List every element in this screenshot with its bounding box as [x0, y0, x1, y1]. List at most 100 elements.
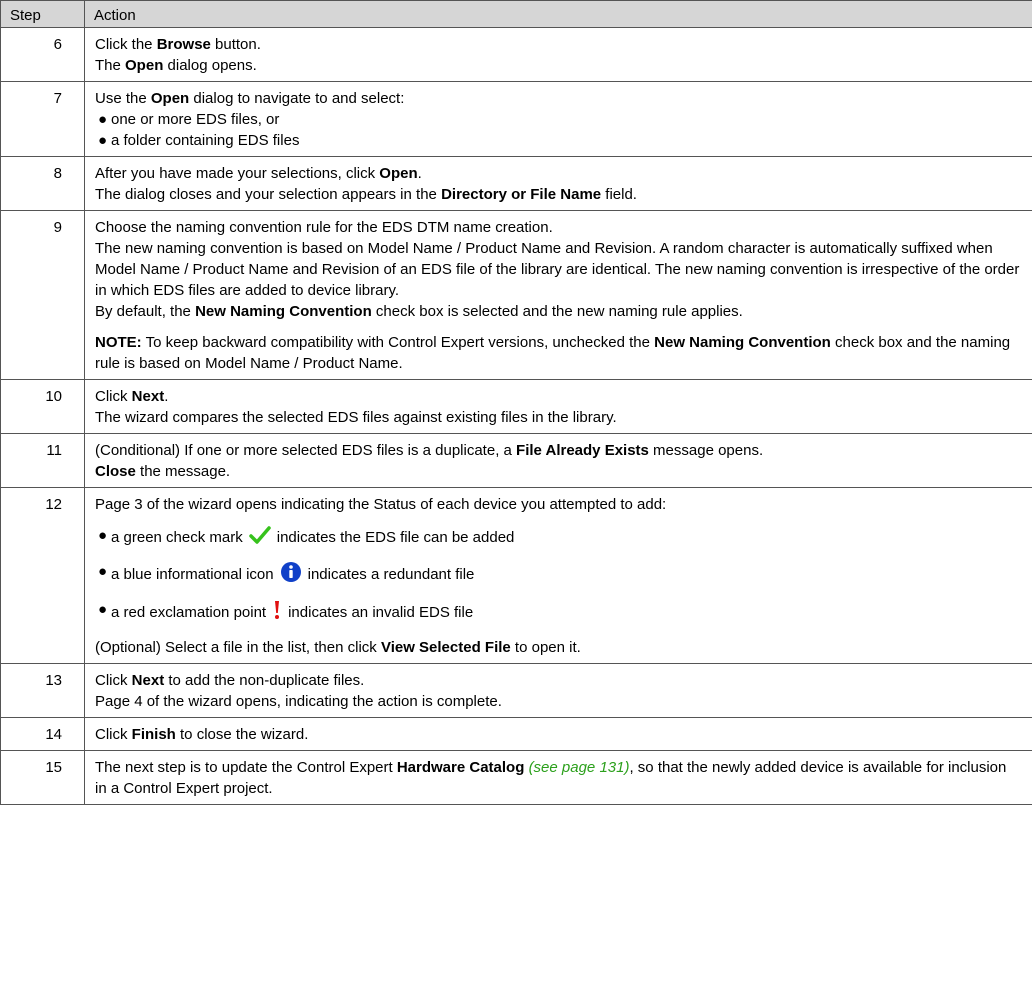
ui-term: View Selected File	[380, 639, 511, 656]
info-icon	[280, 561, 302, 589]
step-action: Click Next. The wizard compares the sele…	[84, 379, 1032, 434]
step-number: 12	[0, 487, 85, 664]
step-number: 9	[0, 210, 85, 380]
table-row: 13 Click Next to add the non-duplicate f…	[0, 663, 1032, 718]
step-action: Use the Open dialog to navigate to and s…	[84, 81, 1032, 157]
ui-term: New Naming Convention	[195, 303, 372, 320]
text: (Optional) Select a file in the list, th…	[95, 639, 381, 656]
step-action: (Conditional) If one or more selected ED…	[84, 433, 1032, 488]
table-row: 10 Click Next. The wizard compares the s…	[0, 379, 1032, 434]
step-action: Click Finish to close the wizard.	[84, 717, 1032, 751]
step-number: 6	[0, 27, 85, 82]
text: The wizard compares the selected EDS fil…	[95, 409, 617, 426]
list-item: ● a green check mark indicates the EDS fil…	[95, 525, 1022, 551]
text: to close the wizard.	[175, 726, 309, 743]
list-item: ● a red exclamation point indicates an inv…	[95, 599, 1022, 627]
ui-term: File Already Exists	[516, 442, 649, 459]
check-icon	[248, 525, 271, 551]
table-row: 9 Choose the naming convention rule for …	[0, 210, 1032, 380]
step-action: Page 3 of the wizard opens indicating th…	[84, 487, 1032, 664]
text: Click	[95, 726, 132, 743]
text: field.	[601, 186, 637, 203]
text: a green check mark	[111, 528, 243, 546]
table-row: 8 After you have made your selections, c…	[0, 156, 1032, 211]
text: Page 4 of the wizard opens, indicating t…	[95, 693, 502, 710]
table-row: 6 Click the Browse button. The Open dial…	[0, 27, 1032, 82]
text: indicates the EDS file can be added	[276, 528, 515, 546]
bullet-icon: ●	[98, 111, 108, 128]
text: to add the non-duplicate files.	[164, 672, 365, 689]
text: message opens.	[648, 442, 764, 459]
ui-term: Open	[379, 165, 418, 182]
ui-term: Open	[125, 57, 164, 74]
ui-term: Directory or File Name	[441, 186, 602, 203]
table-row: 11 (Conditional) If one or more selected…	[0, 433, 1032, 488]
bullet-icon: ●	[98, 601, 108, 618]
text: dialog opens.	[163, 57, 257, 74]
list-item: ● one or more EDS files, or	[95, 109, 1022, 130]
step-number: 13	[0, 663, 85, 718]
text: Use the	[95, 90, 151, 107]
text: Click	[95, 388, 132, 405]
step-action: Click Next to add the non-duplicate file…	[84, 663, 1032, 718]
text: After you have made your selections, cli…	[95, 165, 380, 182]
exclamation-icon	[272, 599, 282, 627]
bullet-icon: ●	[98, 563, 108, 580]
bullet-icon: ●	[98, 527, 108, 544]
step-action: The next step is to update the Control E…	[84, 750, 1032, 805]
ui-term: New Naming Convention	[654, 334, 831, 351]
table-header-row: Step Action	[0, 0, 1032, 28]
text: Click	[95, 672, 132, 689]
table-row: 15 The next step is to update the Contro…	[0, 750, 1032, 805]
text: check box is selected and the new naming…	[371, 303, 743, 320]
text: a red exclamation point	[111, 603, 267, 621]
ui-term: Close	[95, 463, 136, 480]
action-column-header: Action	[84, 0, 1032, 28]
step-number: 14	[0, 717, 85, 751]
text: Page 3 of the wizard opens indicating th…	[95, 496, 667, 513]
list-item: ● a folder containing EDS files	[95, 130, 1022, 151]
text: The new naming convention is based on Mo…	[95, 240, 1020, 299]
list-item: ● a blue informational icon indicates a re…	[95, 561, 1022, 589]
step-column-header: Step	[0, 0, 85, 28]
text: Choose the naming convention rule for th…	[95, 219, 553, 236]
note: NOTE: To keep backward compatibility wit…	[95, 332, 1022, 374]
note-label: NOTE:	[95, 334, 142, 351]
text: By default, the	[95, 303, 196, 320]
step-number: 10	[0, 379, 85, 434]
text: a blue informational icon	[111, 565, 274, 583]
text: .	[417, 165, 422, 182]
step-number: 11	[0, 433, 85, 488]
step-action: After you have made your selections, cli…	[84, 156, 1032, 211]
step-number: 15	[0, 750, 85, 805]
bullet-icon: ●	[98, 132, 108, 149]
text: The dialog closes and your selection app…	[95, 186, 442, 203]
text: The	[95, 57, 126, 74]
text: indicates a redundant file	[307, 565, 475, 583]
text: one or more EDS files, or	[111, 111, 280, 128]
text: indicates an invalid EDS file	[288, 603, 474, 621]
text: Click the	[95, 36, 157, 53]
ui-term: Finish	[131, 726, 176, 743]
table-row: 12 Page 3 of the wizard opens indicating…	[0, 487, 1032, 664]
text: button.	[210, 36, 261, 53]
text: To keep backward compatibility with Cont…	[141, 334, 655, 351]
ui-term: Next	[131, 388, 165, 405]
text: The next step is to update the Control E…	[95, 759, 397, 776]
ui-term: Hardware Catalog	[396, 759, 525, 776]
procedure-table: Step Action 6 Click the Browse button. T…	[0, 0, 1032, 805]
step-number: 7	[0, 81, 85, 157]
ui-term: Next	[131, 672, 165, 689]
step-number: 8	[0, 156, 85, 211]
text: a folder containing EDS files	[111, 132, 300, 149]
see-page-link[interactable]: (see page 131)	[529, 759, 630, 776]
step-action: Click the Browse button. The Open dialog…	[84, 27, 1032, 82]
table-row: 14 Click Finish to close the wizard.	[0, 717, 1032, 751]
text: dialog to navigate to and select:	[189, 90, 405, 107]
text: the message.	[135, 463, 231, 480]
step-action: Choose the naming convention rule for th…	[84, 210, 1032, 380]
ui-term: Browse	[156, 36, 211, 53]
ui-term: Open	[150, 90, 190, 107]
table-row: 7 Use the Open dialog to navigate to and…	[0, 81, 1032, 157]
text: .	[164, 388, 169, 405]
